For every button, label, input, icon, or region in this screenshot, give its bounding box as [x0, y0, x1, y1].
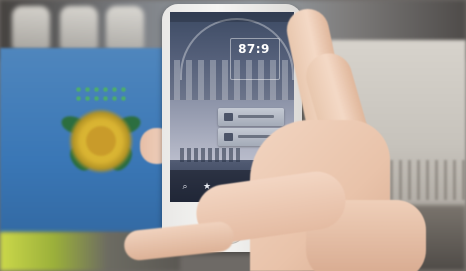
status-bar — [170, 12, 294, 22]
notification-card[interactable] — [218, 108, 284, 126]
notification-icon — [224, 133, 233, 141]
poster-dots-decoration — [74, 85, 128, 103]
clock-time: 87:9 — [238, 42, 270, 56]
search-icon[interactable]: ⌕ — [180, 182, 190, 192]
sun-emblem-center — [86, 126, 116, 156]
bottle — [12, 6, 50, 50]
notification-icon — [224, 113, 233, 121]
blurred-lettering — [390, 160, 466, 200]
photo-scene: 87:9 ⌕ ★ ⌖ — [0, 0, 466, 271]
bottle — [106, 6, 144, 50]
bottle — [60, 6, 98, 50]
screen-photo-lettering — [180, 148, 240, 162]
notification-text-line — [238, 115, 274, 118]
